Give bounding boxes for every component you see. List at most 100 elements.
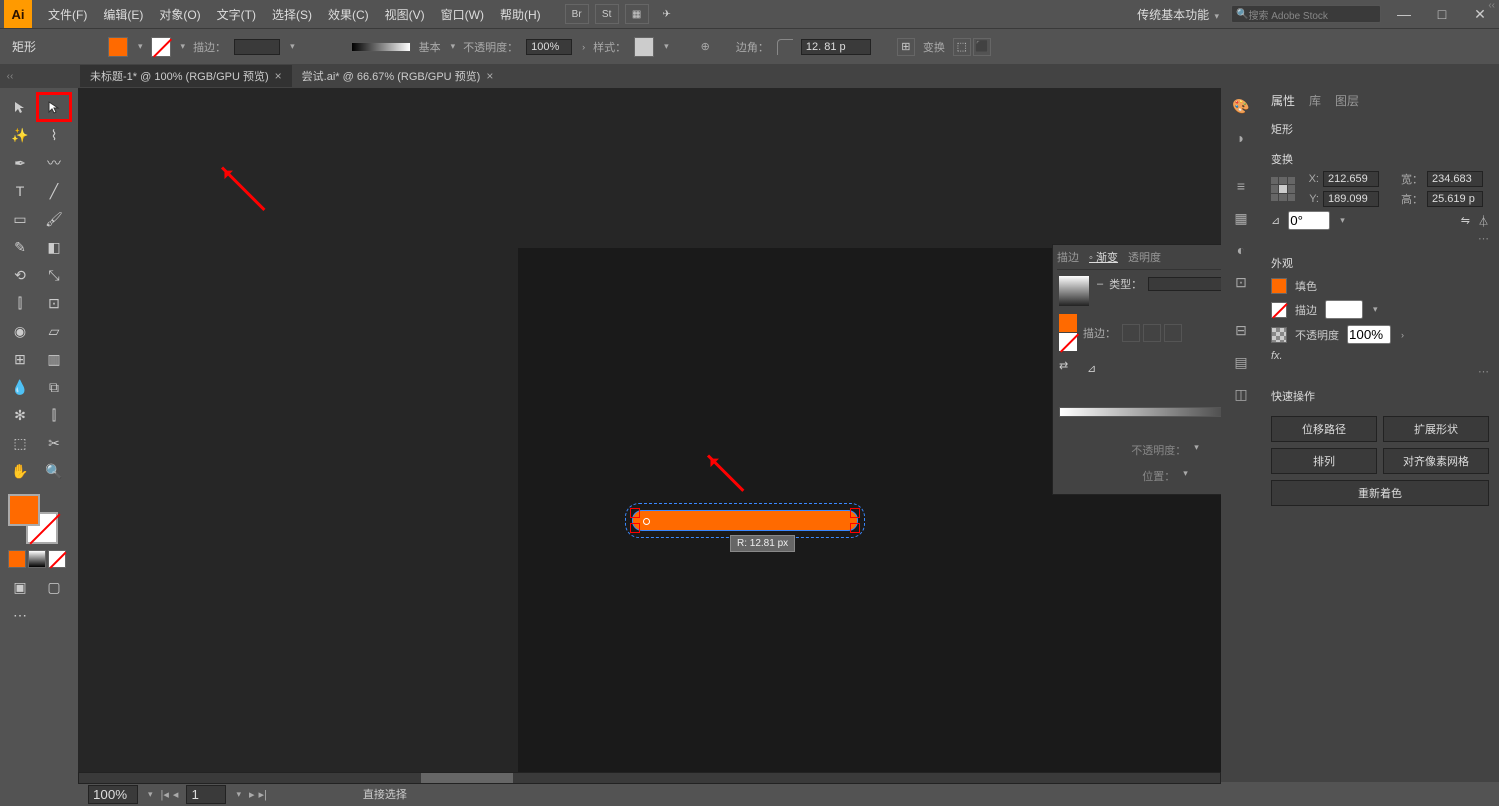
arrange-docs-icon[interactable]: ▦: [625, 4, 649, 24]
stroke-weight-input[interactable]: [234, 39, 280, 55]
first-artboard-icon[interactable]: |◂: [161, 788, 169, 801]
color-mode-none[interactable]: [48, 550, 66, 568]
corner-handle[interactable]: [630, 508, 640, 518]
mesh-tool[interactable]: ⊞: [4, 346, 36, 372]
arrange-button[interactable]: 排列: [1271, 448, 1377, 474]
delete-stop-icon[interactable]: 🗑: [1059, 419, 1221, 432]
stroke-swatch[interactable]: [1271, 302, 1287, 318]
corner-handle[interactable]: [630, 523, 640, 533]
bridge-icon[interactable]: Br: [565, 4, 589, 24]
prefs-icon[interactable]: ✈: [655, 4, 679, 24]
panel-tab-transparency[interactable]: 透明度: [1128, 249, 1161, 265]
menu-view[interactable]: 视图(V): [377, 6, 433, 23]
dock-expand-icon[interactable]: ‹‹: [1488, 0, 1495, 11]
flip-v-icon[interactable]: ⏃: [1478, 213, 1489, 229]
transform-label[interactable]: 变换: [923, 39, 945, 55]
zoom-tool[interactable]: 🔍: [38, 458, 70, 484]
direct-selection-tool[interactable]: [38, 94, 70, 120]
screen-mode-full[interactable]: ▢: [38, 574, 70, 600]
offset-path-button[interactable]: 位移路径: [1271, 416, 1377, 442]
shape-mode-icon[interactable]: ⬛: [973, 38, 991, 56]
flip-h-icon[interactable]: ⇋: [1461, 214, 1470, 227]
perspective-tool[interactable]: ▱: [38, 318, 70, 344]
fill-stroke-swatches[interactable]: [8, 494, 58, 544]
selection-tool[interactable]: [4, 94, 36, 120]
gradient-slider[interactable]: [1059, 407, 1221, 417]
tab-libraries[interactable]: 库: [1309, 92, 1321, 109]
corner-radius-input[interactable]: [801, 39, 871, 55]
next-artboard-icon[interactable]: ▸: [249, 788, 255, 801]
symbols-panel-icon[interactable]: ⊡: [1229, 270, 1253, 294]
stock-icon[interactable]: St: [595, 4, 619, 24]
tab-properties[interactable]: 属性: [1271, 92, 1295, 109]
brush-preview[interactable]: [351, 42, 411, 52]
more-options-icon[interactable]: ⋯: [1271, 365, 1489, 378]
prev-artboard-icon[interactable]: ◂: [173, 788, 179, 801]
reverse-gradient-icon[interactable]: ⇄: [1059, 359, 1077, 377]
gradient-stroke-swatch[interactable]: [1059, 333, 1077, 351]
hand-tool[interactable]: ✋: [4, 458, 36, 484]
live-corner-widget[interactable]: [643, 518, 650, 525]
fill-swatch[interactable]: [1271, 278, 1287, 294]
shape-builder-tool[interactable]: ◉: [4, 318, 36, 344]
align-pixel-grid-button[interactable]: 对齐像素网格: [1383, 448, 1489, 474]
symbol-sprayer-tool[interactable]: ✻: [4, 402, 36, 428]
recolor-button[interactable]: 重新着色: [1271, 480, 1489, 506]
graph-tool[interactable]: ⫿: [38, 402, 70, 428]
panel-tab-gradient[interactable]: ◦ 渐变: [1089, 249, 1118, 265]
brush-tool[interactable]: 🖌: [38, 206, 70, 232]
eraser-tool[interactable]: ◧: [38, 234, 70, 260]
eyedropper-tool[interactable]: 💧: [4, 374, 36, 400]
free-transform-tool[interactable]: ⊡: [38, 290, 70, 316]
stroke-weight-input[interactable]: [1325, 300, 1363, 319]
expand-left-icon[interactable]: ‹‹: [0, 71, 20, 82]
corner-type-icon[interactable]: [777, 39, 793, 55]
menu-window[interactable]: 窗口(W): [433, 6, 492, 23]
curvature-tool[interactable]: 〰: [38, 150, 70, 176]
color-panel-icon[interactable]: 🎨: [1229, 94, 1253, 118]
menu-help[interactable]: 帮助(H): [492, 6, 549, 23]
opacity-input[interactable]: [526, 39, 572, 55]
opacity-swatch[interactable]: [1271, 327, 1287, 343]
tab-layers[interactable]: 图层: [1335, 92, 1359, 109]
angle-input[interactable]: [1288, 211, 1330, 230]
artboard-number-input[interactable]: [186, 785, 226, 804]
doc-tab-active[interactable]: 未标题-1* @ 100% (RGB/GPU 预览) ×: [80, 65, 292, 87]
menu-object[interactable]: 对象(O): [151, 6, 208, 23]
rectangle-tool[interactable]: ▭: [4, 206, 36, 232]
scale-tool[interactable]: ⤡: [38, 262, 70, 288]
magic-wand-tool[interactable]: ✨: [4, 122, 36, 148]
transparency-panel-icon[interactable]: ◫: [1229, 382, 1253, 406]
y-input[interactable]: [1323, 191, 1379, 207]
corner-handle[interactable]: [850, 508, 860, 518]
slice-tool[interactable]: ✂: [38, 430, 70, 456]
maximize-button[interactable]: □: [1427, 3, 1457, 25]
shaper-tool[interactable]: ✎: [4, 234, 36, 260]
gradient-panel-icon[interactable]: ▤: [1229, 350, 1253, 374]
close-tab-icon[interactable]: ×: [275, 69, 282, 83]
gradient-fill-swatch[interactable]: [1059, 314, 1077, 332]
gradient-type-select[interactable]: [1148, 277, 1221, 291]
blend-tool[interactable]: ⧉: [38, 374, 70, 400]
stroke-apply-icon[interactable]: [1143, 324, 1161, 342]
stock-search-input[interactable]: 🔍 搜索 Adobe Stock: [1231, 5, 1381, 23]
type-tool[interactable]: T: [4, 178, 36, 204]
gradient-tool[interactable]: ▥: [38, 346, 70, 372]
color-mode-solid[interactable]: [8, 550, 26, 568]
last-artboard-icon[interactable]: ▸|: [259, 788, 267, 801]
opacity-input[interactable]: [1347, 325, 1391, 344]
stroke-apply-icon[interactable]: [1164, 324, 1182, 342]
rotate-tool[interactable]: ⟲: [4, 262, 36, 288]
corner-handle[interactable]: [850, 523, 860, 533]
stroke-apply-icon[interactable]: [1122, 324, 1140, 342]
menu-file[interactable]: 文件(F): [40, 6, 95, 23]
line-tool[interactable]: ╱: [38, 178, 70, 204]
edit-toolbar-icon[interactable]: ⋯: [4, 602, 36, 628]
width-input[interactable]: [1427, 171, 1483, 187]
doc-tab[interactable]: 尝试.ai* @ 66.67% (RGB/GPU 预览) ×: [292, 65, 504, 87]
selected-shape[interactable]: R: 12.81 px: [632, 510, 858, 531]
stroke-swatch[interactable]: [151, 37, 171, 57]
menu-type[interactable]: 文字(T): [209, 6, 264, 23]
workspace-switcher[interactable]: 传统基本功能 ▾: [1137, 6, 1223, 23]
zoom-input[interactable]: [88, 785, 138, 804]
